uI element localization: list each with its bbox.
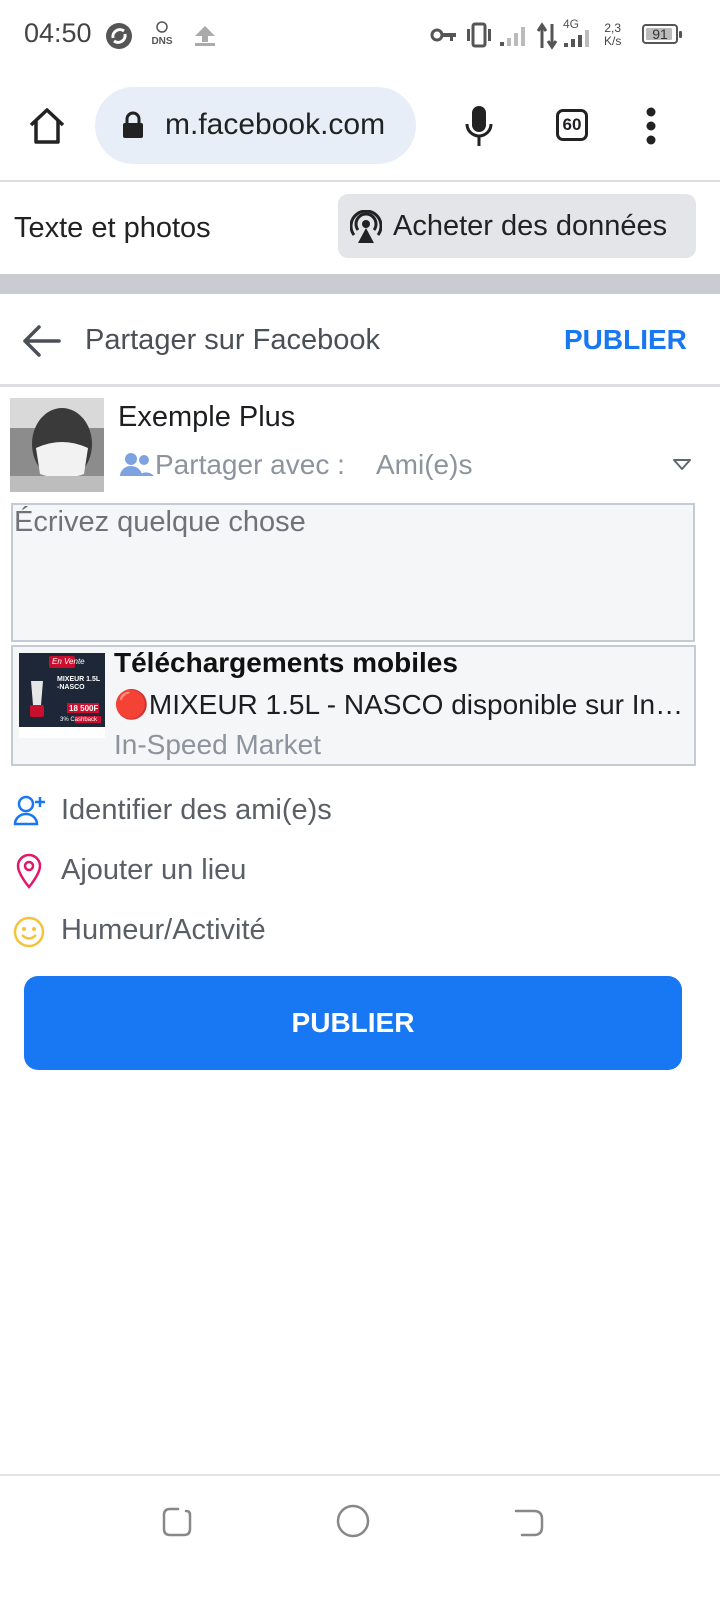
- tag-friends-icon[interactable]: [13, 794, 47, 826]
- smiley-icon[interactable]: [13, 916, 45, 948]
- data-arrows-icon: [536, 22, 558, 50]
- battery-icon: 91: [642, 24, 682, 44]
- home-nav-icon[interactable]: [335, 1503, 371, 1539]
- header-divider: [0, 384, 720, 387]
- attachment-source: In-Speed Market: [114, 729, 321, 760]
- thumb-title: MIXEUR 1.5L -NASCO: [57, 676, 101, 691]
- battery-level: 91: [652, 26, 668, 42]
- url-text[interactable]: m.facebook.com: [165, 108, 385, 142]
- publish-button[interactable]: PUBLIER: [24, 976, 682, 1070]
- feeling-activity-option[interactable]: Humeur/Activité: [61, 914, 266, 947]
- broadcast-icon: [350, 210, 382, 243]
- add-location-option[interactable]: Ajouter un lieu: [61, 854, 246, 887]
- net-speed: 2,3 K/s: [604, 22, 621, 48]
- friends-icon: [120, 453, 154, 476]
- home-icon[interactable]: [27, 106, 67, 146]
- signal-4g-icon: [564, 30, 589, 47]
- mode-label: Texte et photos: [14, 212, 211, 244]
- sync-icon: [106, 23, 132, 49]
- vpn-key-icon: [430, 28, 456, 42]
- section-separator: [0, 274, 720, 294]
- recents-nav-icon[interactable]: [160, 1505, 194, 1539]
- post-text-placeholder[interactable]: Écrivez quelque chose: [14, 506, 306, 539]
- header-publish-button[interactable]: PUBLIER: [564, 324, 687, 356]
- tabs-icon[interactable]: 60: [556, 109, 588, 141]
- thumb-price: 18 500F: [69, 704, 99, 713]
- back-arrow-icon[interactable]: [21, 324, 61, 358]
- chevron-down-icon[interactable]: [672, 458, 692, 472]
- lock-icon: [123, 111, 143, 138]
- thumb-badge: En Vente: [52, 657, 85, 666]
- avatar-image: [10, 398, 104, 492]
- nav-divider: [0, 1474, 720, 1476]
- attachment-thumbnail: En Vente MIXEUR 1.5L -NASCO 18 500F 3% C…: [19, 653, 105, 738]
- toolbar-divider: [0, 180, 720, 182]
- avatar: [10, 398, 104, 492]
- vibrate-icon: [467, 22, 491, 48]
- user-name: Exemple Plus: [118, 401, 296, 433]
- audience-label[interactable]: Partager avec :: [155, 449, 345, 481]
- buy-data-label[interactable]: Acheter des données: [393, 210, 667, 243]
- svg-text:DNS: DNS: [151, 36, 172, 47]
- tab-count: 60: [562, 115, 582, 134]
- attachment-title: Téléchargements mobiles: [114, 647, 458, 678]
- back-nav-icon[interactable]: [512, 1505, 546, 1539]
- thumb-cashback: 3% Cashback: [60, 717, 98, 723]
- attachment-description: 🔴MIXEUR 1.5L - NASCO disponible sur In-S…: [114, 689, 692, 720]
- dns-icon: DNS: [151, 21, 173, 47]
- location-pin-icon[interactable]: [16, 853, 42, 889]
- audience-selector[interactable]: Ami(e)s: [376, 449, 472, 481]
- net-speed-unit: K/s: [604, 34, 622, 48]
- status-time: 04:50: [24, 18, 92, 48]
- upload-icon: [195, 26, 215, 46]
- tag-friends-option[interactable]: Identifier des ami(e)s: [61, 794, 332, 827]
- page-title: Partager sur Facebook: [85, 324, 380, 356]
- signal-icon: [500, 27, 525, 46]
- more-vert-icon[interactable]: [643, 106, 659, 146]
- mic-icon[interactable]: [463, 104, 495, 148]
